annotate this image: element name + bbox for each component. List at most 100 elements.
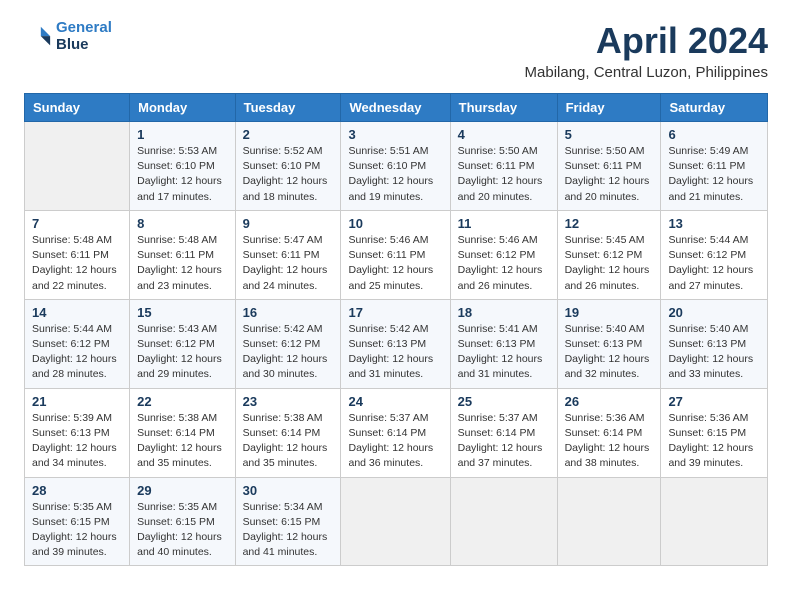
calendar-table: SundayMondayTuesdayWednesdayThursdayFrid… [24,93,768,566]
day-cell: 14 Sunrise: 5:44 AM Sunset: 6:12 PM Dayli… [25,299,130,388]
day-cell: 17Sunrise: 5:42 AM Sunset: 6:13 PM Dayli… [341,299,450,388]
subtitle: Mabilang, Central Luzon, Philippines [525,64,768,81]
day-info: Sunrise: 5:39 AM Sunset: 6:13 PM Dayligh… [32,411,122,472]
header-sunday: Sunday [25,94,130,122]
day-number: 15 [137,305,227,320]
day-cell: 26 Sunrise: 5:36 AM Sunset: 6:14 PM Dayli… [557,388,661,477]
day-info: Sunrise: 5:35 AM Sunset: 6:15 PM Dayligh… [137,500,227,561]
day-number: 21 [32,394,122,409]
day-cell: 30Sunrise: 5:34 AM Sunset: 6:15 PM Dayli… [235,477,341,566]
day-info: Sunrise: 5:46 AM Sunset: 6:11 PM Dayligh… [348,233,442,294]
day-cell [25,122,130,211]
day-number: 7 [32,216,122,231]
day-info: Sunrise: 5:36 AM Sunset: 6:15 PM Dayligh… [668,411,760,472]
day-cell: 4 Sunrise: 5:50 AM Sunset: 6:11 PM Daylig… [450,122,557,211]
day-number: 11 [458,216,550,231]
day-info: Sunrise: 5:36 AM Sunset: 6:14 PM Dayligh… [565,411,654,472]
day-number: 27 [668,394,760,409]
day-cell: 28 Sunrise: 5:35 AM Sunset: 6:15 PM Dayli… [25,477,130,566]
day-number: 24 [348,394,442,409]
day-number: 19 [565,305,654,320]
day-number: 2 [243,127,334,142]
day-info: Sunrise: 5:48 AM Sunset: 6:11 PM Dayligh… [32,233,122,294]
day-info: Sunrise: 5:50 AM Sunset: 6:11 PM Dayligh… [565,144,654,205]
day-info: Sunrise: 5:41 AM Sunset: 6:13 PM Dayligh… [458,322,550,383]
day-cell: 10 Sunrise: 5:46 AM Sunset: 6:11 PM Dayli… [341,210,450,299]
day-cell: 20 Sunrise: 5:40 AM Sunset: 6:13 PM Dayli… [661,299,768,388]
day-cell: 23 Sunrise: 5:38 AM Sunset: 6:14 PM Dayli… [235,388,341,477]
day-number: 4 [458,127,550,142]
day-info: Sunrise: 5:49 AM Sunset: 6:11 PM Dayligh… [668,144,760,205]
page-header: General Blue April 2024 Mabilang, Centra… [24,20,768,81]
day-info: Sunrise: 5:38 AM Sunset: 6:14 PM Dayligh… [243,411,334,472]
header-friday: Friday [557,94,661,122]
day-number: 28 [32,483,122,498]
week-row-2: 7 Sunrise: 5:48 AM Sunset: 6:11 PM Daylig… [25,210,768,299]
day-number: 6 [668,127,760,142]
day-cell: 19Sunrise: 5:40 AM Sunset: 6:13 PM Dayli… [557,299,661,388]
day-number: 8 [137,216,227,231]
day-cell: 1Sunrise: 5:53 AM Sunset: 6:10 PM Daylig… [130,122,235,211]
calendar-header-row: SundayMondayTuesdayWednesdayThursdayFrid… [25,94,768,122]
day-cell: 29 Sunrise: 5:35 AM Sunset: 6:15 PM Dayli… [130,477,235,566]
logo-text: General Blue [56,20,112,53]
day-number: 14 [32,305,122,320]
week-row-4: 21 Sunrise: 5:39 AM Sunset: 6:13 PM Dayli… [25,388,768,477]
day-cell: 5 Sunrise: 5:50 AM Sunset: 6:11 PM Daylig… [557,122,661,211]
day-info: Sunrise: 5:44 AM Sunset: 6:12 PM Dayligh… [32,322,122,383]
day-number: 10 [348,216,442,231]
day-info: Sunrise: 5:40 AM Sunset: 6:13 PM Dayligh… [668,322,760,383]
week-row-5: 28 Sunrise: 5:35 AM Sunset: 6:15 PM Dayli… [25,477,768,566]
day-info: Sunrise: 5:46 AM Sunset: 6:12 PM Dayligh… [458,233,550,294]
day-cell: 6 Sunrise: 5:49 AM Sunset: 6:11 PM Daylig… [661,122,768,211]
day-cell: 13 Sunrise: 5:44 AM Sunset: 6:12 PM Dayli… [661,210,768,299]
day-info: Sunrise: 5:37 AM Sunset: 6:14 PM Dayligh… [458,411,550,472]
day-cell: 11 Sunrise: 5:46 AM Sunset: 6:12 PM Dayli… [450,210,557,299]
day-cell: 2 Sunrise: 5:52 AM Sunset: 6:10 PM Daylig… [235,122,341,211]
day-info: Sunrise: 5:50 AM Sunset: 6:11 PM Dayligh… [458,144,550,205]
day-cell [450,477,557,566]
day-number: 9 [243,216,334,231]
day-info: Sunrise: 5:44 AM Sunset: 6:12 PM Dayligh… [668,233,760,294]
header-thursday: Thursday [450,94,557,122]
day-number: 20 [668,305,760,320]
header-saturday: Saturday [661,94,768,122]
header-wednesday: Wednesday [341,94,450,122]
day-info: Sunrise: 5:42 AM Sunset: 6:12 PM Dayligh… [243,322,334,383]
day-cell: 24Sunrise: 5:37 AM Sunset: 6:14 PM Dayli… [341,388,450,477]
day-number: 5 [565,127,654,142]
day-cell [661,477,768,566]
day-number: 26 [565,394,654,409]
day-cell: 12 Sunrise: 5:45 AM Sunset: 6:12 PM Dayli… [557,210,661,299]
day-cell: 27 Sunrise: 5:36 AM Sunset: 6:15 PM Dayli… [661,388,768,477]
day-info: Sunrise: 5:45 AM Sunset: 6:12 PM Dayligh… [565,233,654,294]
day-info: Sunrise: 5:52 AM Sunset: 6:10 PM Dayligh… [243,144,334,205]
day-number: 23 [243,394,334,409]
logo-icon [24,23,52,51]
day-cell: 22 Sunrise: 5:38 AM Sunset: 6:14 PM Dayli… [130,388,235,477]
day-cell: 15 Sunrise: 5:43 AM Sunset: 6:12 PM Dayli… [130,299,235,388]
day-number: 12 [565,216,654,231]
day-number: 16 [243,305,334,320]
day-info: Sunrise: 5:35 AM Sunset: 6:15 PM Dayligh… [32,500,122,561]
day-info: Sunrise: 5:53 AM Sunset: 6:10 PM Dayligh… [137,144,227,205]
day-info: Sunrise: 5:42 AM Sunset: 6:13 PM Dayligh… [348,322,442,383]
day-cell: 18 Sunrise: 5:41 AM Sunset: 6:13 PM Dayli… [450,299,557,388]
day-number: 22 [137,394,227,409]
day-cell: 8 Sunrise: 5:48 AM Sunset: 6:11 PM Daylig… [130,210,235,299]
day-info: Sunrise: 5:48 AM Sunset: 6:11 PM Dayligh… [137,233,227,294]
day-info: Sunrise: 5:47 AM Sunset: 6:11 PM Dayligh… [243,233,334,294]
week-row-1: 1Sunrise: 5:53 AM Sunset: 6:10 PM Daylig… [25,122,768,211]
logo: General Blue [24,20,112,53]
main-title: April 2024 [525,20,768,62]
day-info: Sunrise: 5:43 AM Sunset: 6:12 PM Dayligh… [137,322,227,383]
title-block: April 2024 Mabilang, Central Luzon, Phil… [525,20,768,81]
day-number: 13 [668,216,760,231]
day-number: 18 [458,305,550,320]
header-monday: Monday [130,94,235,122]
day-number: 29 [137,483,227,498]
day-cell: 7 Sunrise: 5:48 AM Sunset: 6:11 PM Daylig… [25,210,130,299]
day-cell [557,477,661,566]
day-info: Sunrise: 5:38 AM Sunset: 6:14 PM Dayligh… [137,411,227,472]
day-number: 30 [243,483,334,498]
